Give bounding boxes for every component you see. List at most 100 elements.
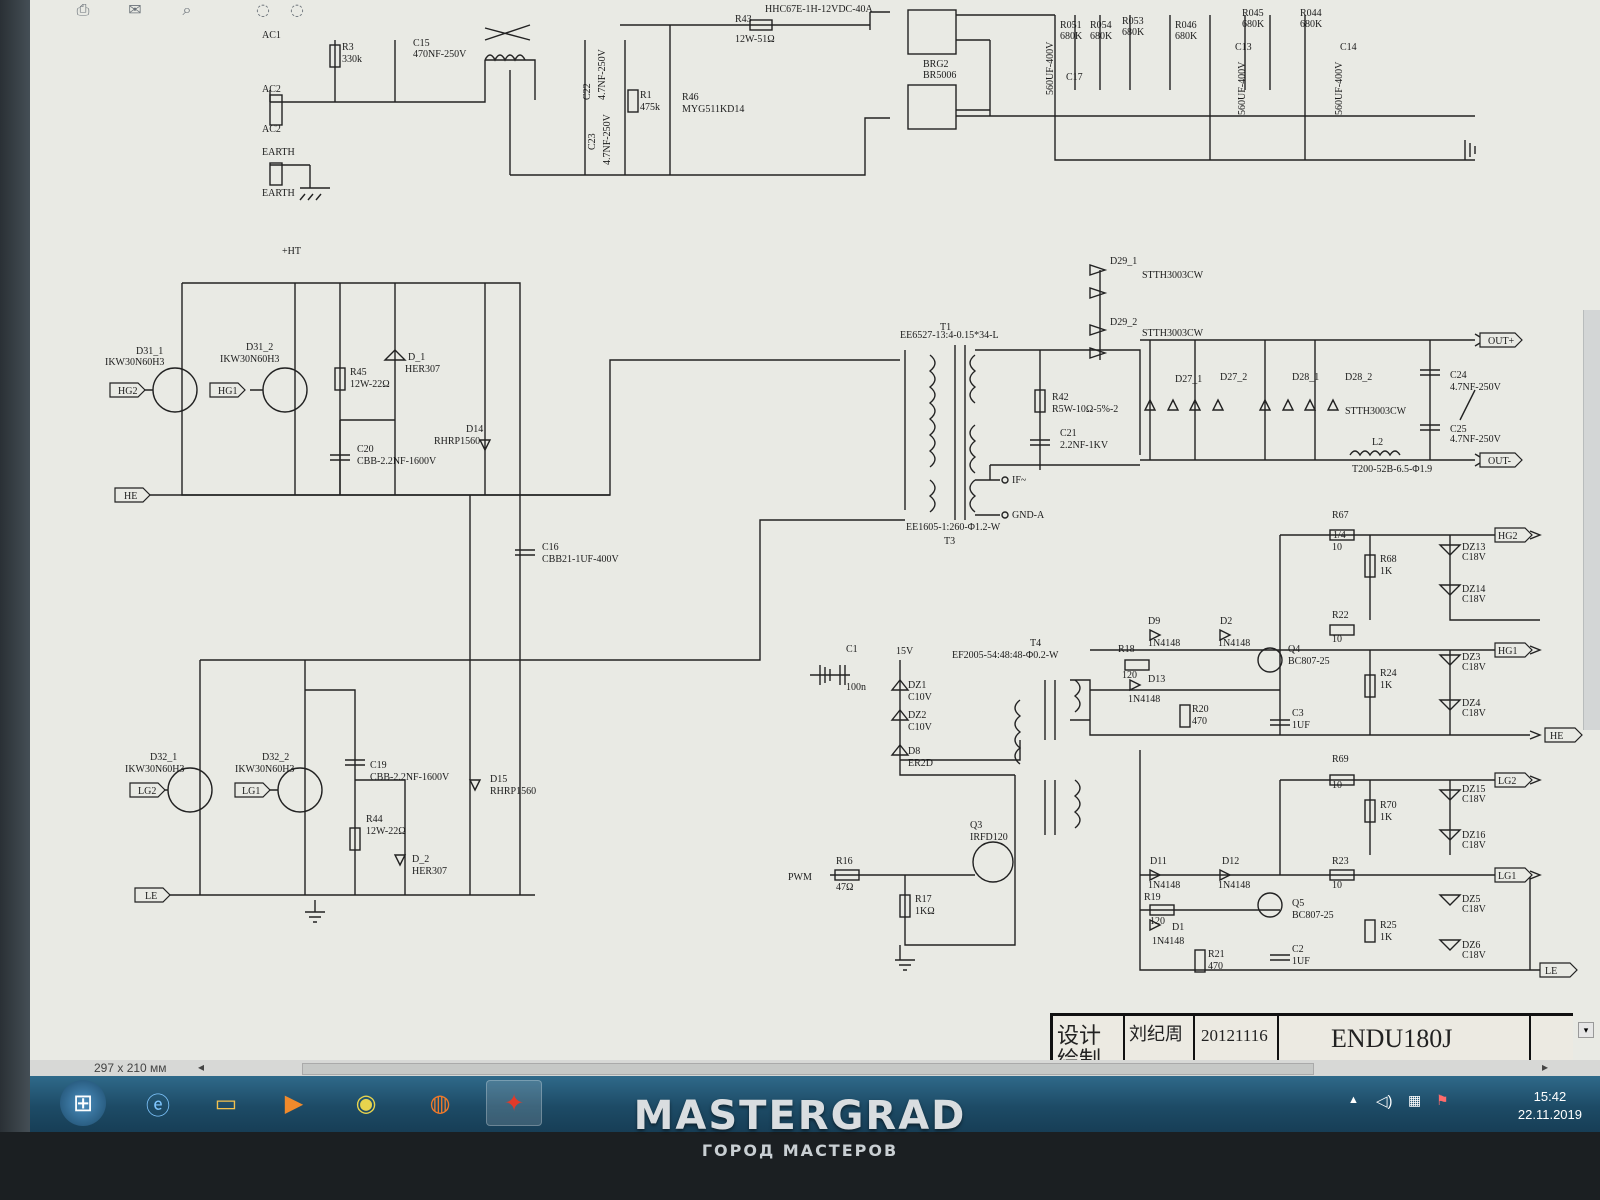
label-r69-v: 10 <box>1332 780 1342 791</box>
label-q4: Q4 <box>1288 644 1300 655</box>
label-d29-1: D29_1 <box>1110 256 1137 267</box>
label-d2v: HER307 <box>412 866 447 877</box>
label-d2: D_2 <box>412 854 429 865</box>
label-t3: T3 <box>944 536 955 547</box>
label-d11: D11 <box>1150 856 1167 867</box>
label-t4: T4 <box>1030 638 1041 649</box>
label-d8v: ER2D <box>908 758 933 769</box>
label-c1v: 100n <box>846 682 866 693</box>
label-d29-2: D29_2 <box>1110 317 1137 328</box>
label-hg2: HG2 <box>118 386 137 397</box>
label-d31-1v: IKW30N60H3 <box>105 357 164 368</box>
label-lg1-out: LG1 <box>1498 871 1516 882</box>
label-lg1: LG1 <box>242 786 260 797</box>
label-d28-2: D28_2 <box>1345 372 1372 383</box>
scroll-left-icon[interactable]: ◂ <box>198 1060 204 1074</box>
label-r20v: 470 <box>1192 716 1207 727</box>
label-d14v: RHRP1560 <box>434 436 480 447</box>
label-c16: C16 <box>542 542 559 553</box>
horizontal-scrollbar-thumb[interactable] <box>302 1063 1314 1075</box>
label-c3v: 1UF <box>1292 720 1310 731</box>
label-c13: C13 <box>1235 42 1252 53</box>
label-r3v: 330k <box>342 54 362 65</box>
label-dz3v: C18V <box>1462 662 1487 673</box>
label-d14: D14 <box>466 424 483 435</box>
label-c22: C22 <box>582 83 593 100</box>
label-c17: C17 <box>1066 72 1083 83</box>
label-dz1v: C10V <box>908 692 933 703</box>
status-bar: 297 x 210 мм ◂ ▸ <box>30 1060 1600 1076</box>
label-r19v: 120 <box>1150 916 1165 927</box>
label-if: IF~ <box>1012 475 1027 486</box>
label-earth1: EARTH <box>262 147 295 158</box>
label-d1v: HER307 <box>405 364 440 375</box>
watermark-title: MASTERGRAD <box>633 1093 967 1139</box>
label-d32-2v: IKW30N60H3 <box>235 764 294 775</box>
label-t3v: EE1605-1:260-Φ1.2-W <box>906 522 1001 533</box>
label-pwm: PWM <box>788 872 812 883</box>
label-c23: C23 <box>587 133 598 150</box>
label-t1v: EE6527-13:4-0.15*34-L <box>900 330 999 341</box>
label-d29-2v: STTH3003CW <box>1142 328 1204 339</box>
label-r16v: 47Ω <box>836 882 853 893</box>
designer-name: 刘纪周 <box>1125 1016 1195 1066</box>
label-r42: R42 <box>1052 392 1069 403</box>
label-d32-2: D32_2 <box>262 752 289 763</box>
label-c25v: 4.7NF-250V <box>1450 434 1502 445</box>
label-dz14v: C18V <box>1462 594 1487 605</box>
label-l2v: T200-52B-6.5-Φ1.9 <box>1352 464 1432 475</box>
label-ht: +HT <box>282 246 301 257</box>
label-d31-2v: IKW30N60H3 <box>220 354 279 365</box>
watermark-subtitle: ГОРОД МАСТЕРОВ <box>701 1141 899 1160</box>
label-r24: R24 <box>1380 668 1397 679</box>
label-r69: R69 <box>1332 754 1349 765</box>
label-r051v: 680K <box>1060 31 1083 42</box>
label-dz2: DZ2 <box>908 710 926 721</box>
label-r044v: 680K <box>1300 19 1323 30</box>
label-d15: D15 <box>490 774 507 785</box>
label-earth2: EARTH <box>262 188 295 199</box>
label-r45v: 12W-22Ω <box>350 379 390 390</box>
pdf-document-view[interactable]: ⎙ ✉ ⌕ ◌ ◌ AC1 AC2 AC2 EARTH EARTH R3 330… <box>30 0 1600 1071</box>
label-c1: C1 <box>846 644 858 655</box>
label-q3v: IRFD120 <box>970 832 1008 843</box>
label-r46: R46 <box>682 92 699 103</box>
label-r68-v: 1K <box>1380 566 1393 577</box>
label-r44v: 12W-22Ω <box>366 826 406 837</box>
vertical-scrollbar[interactable] <box>1583 310 1600 730</box>
page-size-label: 297 x 210 мм <box>94 1061 167 1075</box>
label-c19v: CBB-2.2NF-1600V <box>370 772 450 783</box>
label-q5v: BC807-25 <box>1292 910 1334 921</box>
design-date: 20121116 <box>1197 1016 1279 1066</box>
label-d11v: 1N4148 <box>1148 880 1180 891</box>
label-relay: HHC67E-1H-12VDC-40A <box>765 4 874 15</box>
label-r43: R43 <box>735 14 752 25</box>
label-hg2-out: HG2 <box>1498 531 1517 542</box>
label-r44: R44 <box>366 814 383 825</box>
label-d32-1: D32_1 <box>150 752 177 763</box>
label-dz16v: C18V <box>1462 840 1487 851</box>
scroll-down-button[interactable]: ▾ <box>1578 1022 1594 1038</box>
label-r19: R19 <box>1144 892 1161 903</box>
label-c14v: 560UF-400V <box>1334 61 1345 115</box>
label-he: HE <box>124 491 137 502</box>
label-r67: R67 <box>1332 510 1349 521</box>
label-r046v: 680K <box>1175 31 1198 42</box>
scroll-right-icon[interactable]: ▸ <box>1542 1060 1548 1074</box>
label-le: LE <box>145 891 157 902</box>
label-l2: L2 <box>1372 437 1383 448</box>
label-r43v: 12W-51Ω <box>735 34 775 45</box>
label-c24: C24 <box>1450 370 1467 381</box>
label-r17v: 1KΩ <box>915 906 935 917</box>
label-r46v: MYG511KD14 <box>682 104 744 115</box>
label-d27-2: D27_2 <box>1220 372 1247 383</box>
label-dz6v: C18V <box>1462 950 1487 961</box>
label-r046: R046 <box>1175 20 1197 31</box>
label-c20v: CBB-2.2NF-1600V <box>357 456 437 467</box>
label-dz5v: C18V <box>1462 904 1487 915</box>
label-d1bv: 1N4148 <box>1152 936 1184 947</box>
label-c21: C21 <box>1060 428 1077 439</box>
label-d31-2: D31_2 <box>246 342 273 353</box>
title-block-role: 设计 绘制 <box>1053 1016 1125 1071</box>
label-r16: R16 <box>836 856 853 867</box>
